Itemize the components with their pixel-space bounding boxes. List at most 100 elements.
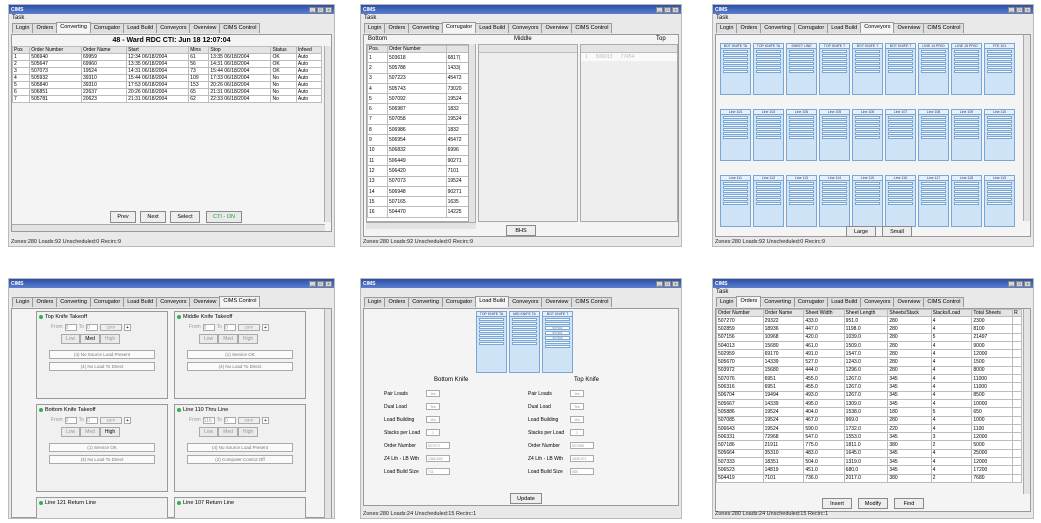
- tab-orders[interactable]: Orders: [736, 23, 762, 33]
- minimize-icon[interactable]: _: [656, 6, 663, 13]
- level-med-button[interactable]: Med: [218, 334, 238, 344]
- prev-button[interactable]: Prev: [110, 211, 136, 223]
- lane-slot[interactable]: [855, 66, 880, 69]
- tab-conveyors[interactable]: Conveyors: [156, 23, 191, 33]
- lane-slot[interactable]: [888, 186, 913, 189]
- lane-slot[interactable]: [723, 198, 748, 201]
- lane-slot[interactable]: [789, 202, 814, 205]
- lane-slot[interactable]: [987, 124, 1012, 127]
- conveyor-lane[interactable]: SHEET LINE: [786, 43, 817, 95]
- lane-slot[interactable]: [921, 70, 946, 73]
- lane-slot[interactable]: [756, 132, 781, 135]
- conveyor-lane[interactable]: Line 111: [720, 175, 751, 227]
- table-row[interactable]: 506523 14819 451.0 680.0 345 4 17200: [716, 465, 1022, 475]
- plus-button[interactable]: +: [123, 323, 131, 331]
- tab-overview[interactable]: Overview: [189, 297, 221, 307]
- tab-load-build[interactable]: Load Build: [123, 297, 158, 307]
- table-row[interactable]: 14 506948 90271: [367, 185, 475, 198]
- lane-slot[interactable]: [888, 136, 913, 139]
- conveyor-lane[interactable]: Line 112: [753, 175, 784, 227]
- lane-slot[interactable]: [723, 70, 748, 73]
- lane-slot[interactable]: [855, 120, 880, 123]
- level-low-button[interactable]: Low: [199, 334, 219, 344]
- maximize-icon[interactable]: □: [317, 280, 324, 287]
- lane-slot[interactable]: [954, 128, 979, 131]
- maximize-icon[interactable]: □: [664, 280, 671, 287]
- level-med-button[interactable]: Med: [218, 427, 238, 437]
- minimize-icon[interactable]: _: [656, 280, 663, 287]
- lane-slot[interactable]: [756, 120, 781, 123]
- tab-load-build[interactable]: Load Build: [475, 296, 510, 307]
- table-row[interactable]: 7 505781 20623 21:31 06/18/2004 62 22:33 06/1…: [11, 95, 323, 103]
- tab-conveyors[interactable]: Conveyors: [508, 23, 543, 33]
- lane-slot[interactable]: [987, 132, 1012, 135]
- lane-slot[interactable]: [855, 128, 880, 131]
- tab-load-build[interactable]: Load Build: [475, 23, 510, 33]
- conveyor-lane[interactable]: Line 107: [885, 109, 916, 161]
- tab-corrugator[interactable]: Corrugator: [441, 297, 477, 307]
- column-header[interactable]: Sheets/Stack: [887, 309, 932, 317]
- lane-slot[interactable]: [954, 120, 979, 123]
- lane-slot[interactable]: [756, 70, 781, 73]
- table-row[interactable]: 8 506986 1832: [367, 124, 475, 136]
- table-row[interactable]: 506643 19524 590.0 1732.0 220 4 1100: [716, 423, 1022, 434]
- lane-slot[interactable]: [789, 198, 814, 201]
- vertical-scrollbar[interactable]: [324, 309, 331, 518]
- conveyor-lane[interactable]: TOP KNIFE T: [819, 43, 850, 95]
- horizontal-scrollbar[interactable]: [12, 224, 325, 231]
- lane-slot[interactable]: [921, 132, 946, 135]
- conveyor-lane[interactable]: BOT KNIFE T: [852, 43, 883, 95]
- lane-slot[interactable]: [987, 54, 1012, 57]
- lane-slot[interactable]: [723, 54, 748, 57]
- lane-slot[interactable]: [789, 190, 814, 193]
- lane-slot[interactable]: [723, 116, 748, 119]
- lane-slot[interactable]: [789, 132, 814, 135]
- lane-slot[interactable]: [545, 341, 570, 344]
- knife-lane[interactable]: BOT KNIFE T 507182 507381 507395: [542, 311, 573, 373]
- update-button[interactable]: Update: [510, 493, 542, 504]
- lane-slot[interactable]: [479, 318, 504, 321]
- lane-slot[interactable]: [822, 182, 847, 185]
- lane-slot[interactable]: [789, 62, 814, 65]
- lane-slot[interactable]: [756, 50, 781, 53]
- lane-slot[interactable]: [756, 136, 781, 139]
- lane-slot[interactable]: [789, 120, 814, 123]
- lane-slot[interactable]: [545, 345, 570, 348]
- lane-slot[interactable]: [888, 182, 913, 185]
- from-input[interactable]: 0: [202, 323, 215, 331]
- column-header[interactable]: Stacks/Load: [930, 309, 973, 317]
- lane-slot[interactable]: [822, 70, 847, 73]
- table-row[interactable]: 505886 19524 404.0 1538.0 180 5 650: [716, 407, 1022, 417]
- conveyor-lane[interactable]: Line 118: [951, 175, 982, 227]
- lane-slot[interactable]: [954, 198, 979, 201]
- lane-slot[interactable]: [921, 190, 946, 193]
- lane-slot[interactable]: [888, 54, 913, 57]
- plus-button[interactable]: +: [261, 323, 269, 331]
- conveyor-lane[interactable]: BOT KNIFE T: [885, 43, 916, 95]
- lane-slot[interactable]: [888, 70, 913, 73]
- lane-slot[interactable]: [723, 120, 748, 123]
- top-list-row[interactable]: 1 506913 77454: [581, 53, 677, 61]
- column-header[interactable]: Sheet Length: [843, 309, 889, 317]
- tab-conveyors[interactable]: Conveyors: [508, 297, 543, 307]
- field-value[interactable]: 711: [426, 468, 450, 475]
- table-row[interactable]: 6 506851 22637 20:26 06/18/2004 65 21:31 06/1…: [11, 88, 323, 96]
- tab-converting[interactable]: Converting: [56, 22, 91, 33]
- lane-slot[interactable]: [987, 70, 1012, 73]
- tab-conveyors[interactable]: Conveyors: [860, 22, 895, 33]
- conveyor-lane[interactable]: Line 104: [720, 109, 751, 161]
- lane-slot[interactable]: [954, 124, 979, 127]
- lane-slot[interactable]: [756, 66, 781, 69]
- tab-overview[interactable]: Overview: [189, 23, 221, 33]
- off-button[interactable]: OFF: [237, 323, 260, 331]
- lane-slot[interactable]: [987, 202, 1012, 205]
- lane-slot[interactable]: [921, 124, 946, 127]
- lane-slot[interactable]: [855, 198, 880, 201]
- lane-slot[interactable]: [954, 58, 979, 61]
- tab-load-build[interactable]: Load Build: [827, 297, 862, 307]
- lane-slot[interactable]: [756, 186, 781, 189]
- from-input[interactable]: 0: [64, 323, 77, 331]
- lane-slot[interactable]: [921, 50, 946, 53]
- lane-slot[interactable]: [954, 62, 979, 65]
- lane-slot[interactable]: [954, 202, 979, 205]
